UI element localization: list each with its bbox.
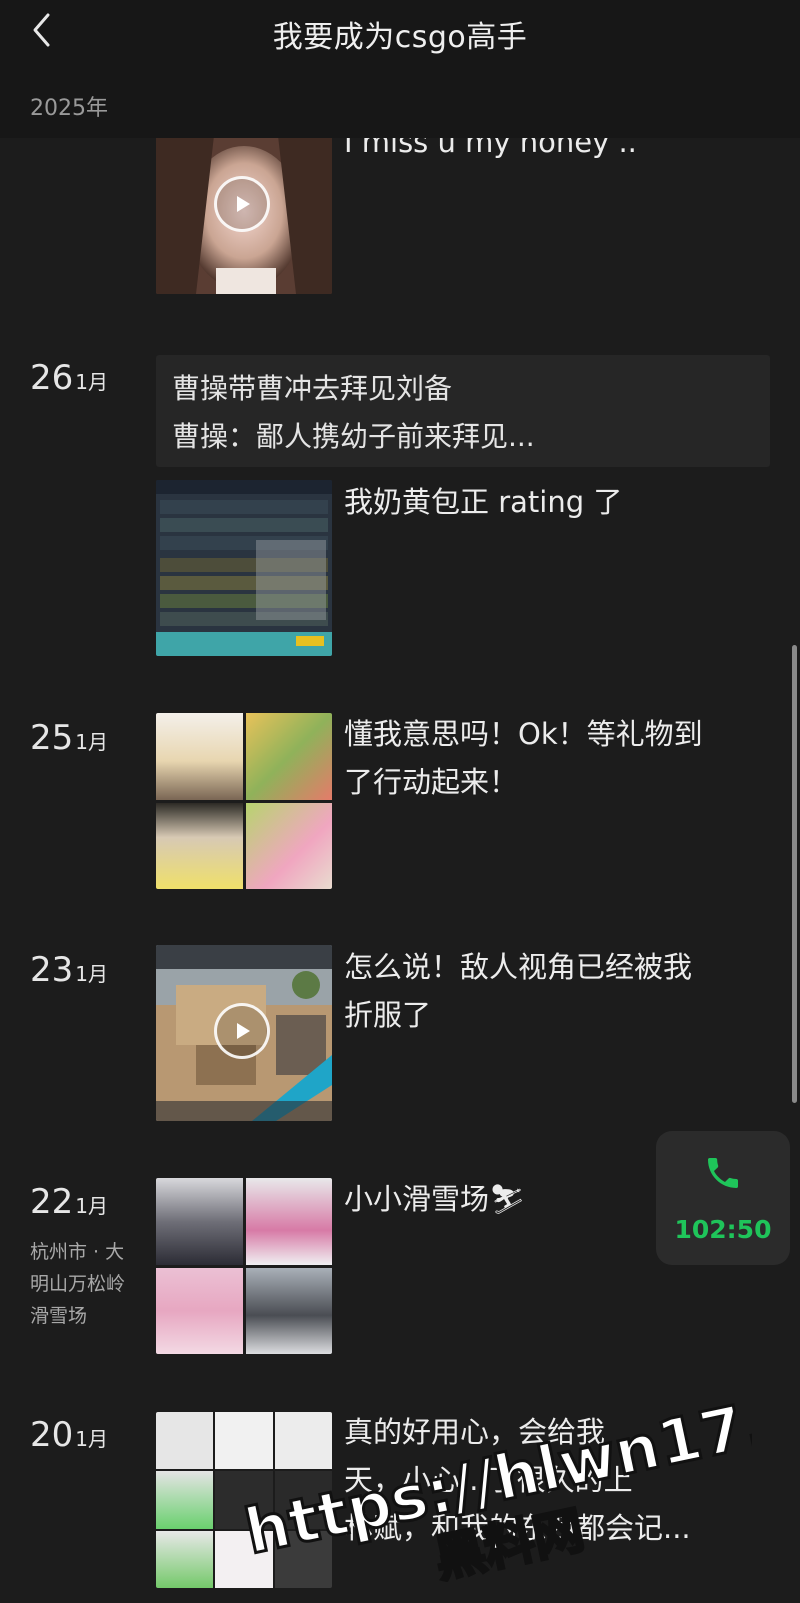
image-grid-thumbnail[interactable] [156, 1178, 332, 1354]
day-number: 25 [30, 718, 74, 758]
moments-feed: I miss u my honey .. 26 1月 曹操带曹冲去拜见刘备 曹操：… [0, 0, 800, 1603]
post-text-line: 怎么说！敌人视角已经被我 [344, 950, 693, 984]
grid-image [156, 713, 243, 800]
floating-call-widget[interactable]: 102:50 [656, 1131, 790, 1265]
month-label: 1月 [75, 1194, 108, 1218]
month-label: 1月 [75, 962, 108, 986]
year-label: 2025年 [30, 96, 108, 121]
post-date: 26 1月 [30, 358, 108, 398]
shared-text-card[interactable]: 曹操带曹冲去拜见刘备 曹操：鄙人携幼子前来拜见... [156, 355, 770, 467]
day-number: 26 [30, 358, 74, 398]
video-thumbnail[interactable] [156, 118, 332, 294]
grid-image [156, 1267, 243, 1354]
post-text-line: 懂我意思吗！Ok！等礼物到 [344, 717, 703, 751]
grid-image [245, 713, 332, 800]
post-text-line: 了行动起来！ [344, 765, 519, 799]
scrollbar[interactable] [792, 645, 797, 1103]
grid-image [245, 1178, 332, 1265]
month-label: 1月 [75, 370, 108, 394]
location-line: 明山万松岭 [30, 1273, 126, 1295]
page-title: 我要成为csgo高手 [272, 20, 528, 55]
grid-image [156, 1178, 243, 1265]
post-text: 我奶黄包正 rating 了 [344, 485, 623, 519]
post-date: 23 1月 [30, 950, 108, 990]
top-navigation-bar: 我要成为csgo高手 2025年 [0, 0, 800, 138]
grid-image [156, 802, 243, 889]
grid-image [156, 1471, 214, 1529]
location-line: 杭州市 · 大 [30, 1241, 125, 1263]
video-thumbnail[interactable] [156, 945, 332, 1121]
post-date: 25 1月 [30, 718, 108, 758]
play-icon[interactable] [214, 176, 270, 232]
quote-line: 曹操带曹冲去拜见刘备 [172, 372, 453, 405]
month-label: 1月 [75, 730, 108, 754]
phone-icon [708, 1158, 738, 1188]
day-number: 22 [30, 1182, 74, 1222]
grid-image [156, 1530, 214, 1588]
grid-image [245, 802, 332, 889]
image-grid-thumbnail[interactable] [156, 713, 332, 889]
day-number: 23 [30, 950, 74, 990]
grid-image [156, 1412, 214, 1470]
image-thumbnail[interactable] [156, 480, 332, 656]
post-text-line: 折服了 [344, 998, 432, 1032]
call-duration: 102:50 [674, 1215, 772, 1244]
post-location[interactable]: 杭州市 · 大 明山万松岭 滑雪场 [30, 1236, 150, 1332]
post-text: 怎么说！敌人视角已经被我 折服了 [344, 943, 744, 1039]
day-number: 20 [30, 1415, 74, 1455]
grid-image [245, 1267, 332, 1354]
post-date: 20 1月 [30, 1415, 108, 1455]
post-date: 22 1月 [30, 1182, 108, 1222]
month-label: 1月 [75, 1427, 108, 1451]
watermark: https://hlwn17.com 黑料网 [232, 1355, 800, 1590]
post-text: 懂我意思吗！Ok！等礼物到 了行动起来！ [344, 710, 744, 806]
quote-line: 曹操：鄙人携幼子前来拜见... [172, 420, 535, 453]
location-line: 滑雪场 [30, 1305, 88, 1327]
play-icon[interactable] [214, 1003, 270, 1059]
